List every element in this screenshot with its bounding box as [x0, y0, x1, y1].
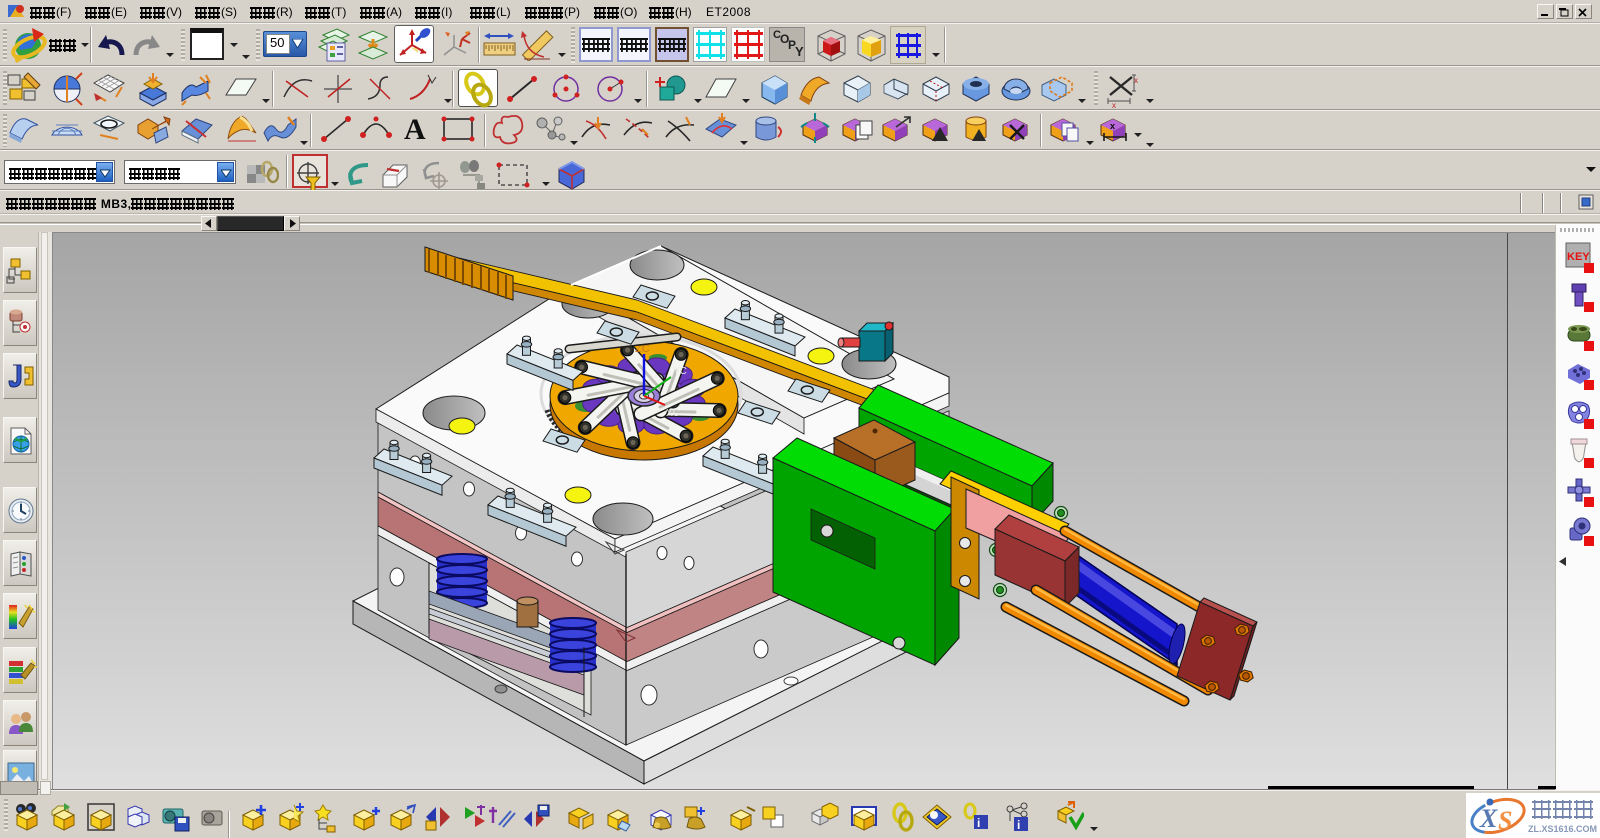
svg-text:KEY: KEY — [1567, 251, 1590, 263]
svg-text:XC: XC — [666, 408, 680, 419]
svg-text:i: i — [1017, 818, 1020, 832]
svg-text:x: x — [1110, 121, 1115, 131]
svg-text:i: i — [977, 816, 980, 830]
svg-text:x: x — [1112, 101, 1116, 109]
svg-text:YC: YC — [673, 366, 687, 377]
svg-text:x: x — [1134, 76, 1138, 85]
svg-text:X: X — [1479, 804, 1498, 833]
svg-text:S: S — [1498, 806, 1512, 835]
